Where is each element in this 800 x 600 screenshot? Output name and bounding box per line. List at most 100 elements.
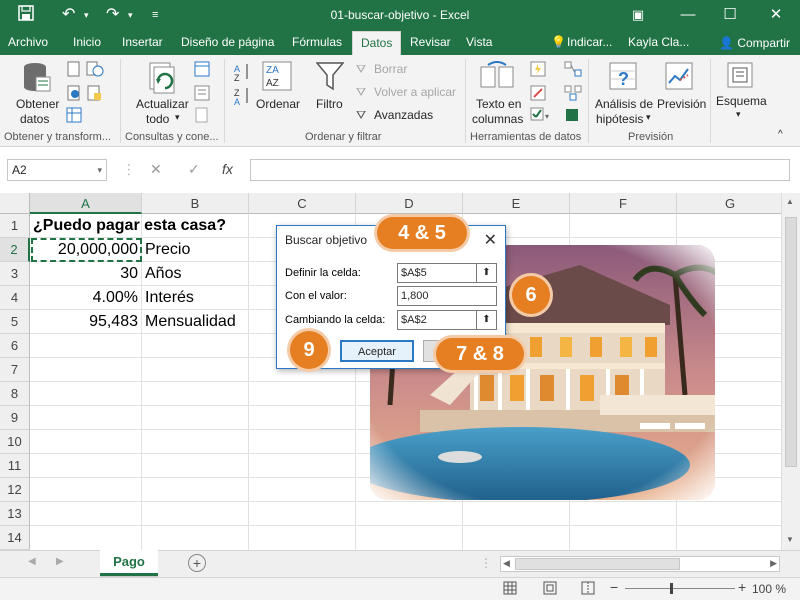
tab-vista[interactable]: Vista bbox=[466, 31, 492, 55]
text-to-columns-label[interactable]: Texto en bbox=[476, 97, 521, 111]
select-all-corner[interactable] bbox=[0, 193, 30, 214]
set-cell-picker-icon[interactable]: ⬆ bbox=[476, 264, 496, 282]
what-if-dropdown-icon[interactable]: ▾ bbox=[646, 112, 651, 123]
insert-function-icon[interactable]: fx bbox=[222, 161, 233, 177]
dialog-close-icon[interactable]: ✕ bbox=[484, 230, 497, 250]
cell-b4[interactable]: Interés bbox=[142, 286, 249, 310]
what-if-icon[interactable]: ? bbox=[608, 61, 640, 96]
cancel-icon[interactable]: ✕ bbox=[150, 161, 162, 178]
sort-icon[interactable]: ZA AZ bbox=[262, 61, 292, 94]
cell-b5[interactable]: Mensualidad bbox=[142, 310, 252, 334]
refresh-all-icon[interactable] bbox=[146, 61, 180, 98]
sheet-prev-icon[interactable]: ◀ bbox=[28, 556, 36, 567]
from-text-icon[interactable] bbox=[66, 61, 82, 80]
maximize-icon[interactable]: ☐ bbox=[716, 4, 744, 26]
existing-connections-icon[interactable] bbox=[86, 85, 102, 104]
tab-inicio[interactable]: Inicio bbox=[73, 31, 101, 55]
changing-cell-picker-icon[interactable]: ⬆ bbox=[476, 311, 496, 329]
normal-view-icon[interactable] bbox=[503, 581, 517, 598]
cell-a5[interactable]: 95,483 bbox=[30, 310, 142, 334]
collapse-ribbon-icon[interactable]: ^ bbox=[778, 129, 783, 140]
consolidate-icon[interactable] bbox=[564, 61, 582, 80]
tab-archivo[interactable]: Archivo bbox=[8, 31, 48, 55]
forecast-sheet-icon[interactable] bbox=[664, 61, 696, 96]
cell-b3[interactable]: Años bbox=[142, 262, 249, 286]
vertical-scroll-thumb[interactable] bbox=[785, 217, 797, 467]
zoom-out-icon[interactable]: − bbox=[610, 579, 618, 595]
scroll-right-icon[interactable]: ▶ bbox=[770, 558, 777, 569]
recent-sources-icon[interactable] bbox=[86, 61, 104, 80]
remove-duplicates-icon[interactable] bbox=[530, 85, 546, 104]
tab-formulas[interactable]: Fórmulas bbox=[292, 31, 342, 55]
column-header-e[interactable]: E bbox=[463, 193, 570, 214]
zoom-in-icon[interactable]: + bbox=[738, 579, 746, 595]
scroll-left-icon[interactable]: ◀ bbox=[503, 558, 510, 569]
name-box-dropdown-icon[interactable]: ▾ bbox=[97, 160, 102, 180]
sort-za-icon[interactable]: ZA bbox=[234, 87, 252, 108]
zoom-level[interactable]: 100 % bbox=[752, 582, 786, 596]
sheet-tab-pago[interactable]: Pago bbox=[100, 550, 158, 576]
text-to-columns-icon[interactable] bbox=[480, 61, 514, 94]
to-value-field[interactable]: 1,800 bbox=[397, 286, 497, 306]
refresh-dropdown-icon[interactable]: ▾ bbox=[175, 112, 180, 123]
clear-label[interactable]: Borrar bbox=[374, 62, 407, 76]
row-header-11[interactable]: 11 bbox=[0, 454, 30, 478]
forecast-label[interactable]: Previsión bbox=[657, 97, 706, 111]
properties-icon[interactable] bbox=[194, 85, 210, 104]
row-header-12[interactable]: 12 bbox=[0, 478, 30, 502]
from-web-icon[interactable] bbox=[66, 85, 82, 104]
tab-insertar[interactable]: Insertar bbox=[122, 31, 163, 55]
scroll-down-icon[interactable]: ▼ bbox=[786, 535, 794, 544]
share-button[interactable]: 👤 Compartir bbox=[713, 33, 796, 53]
changing-cell-field[interactable]: $A$2 ⬆ bbox=[397, 310, 497, 330]
page-break-icon[interactable] bbox=[581, 581, 595, 598]
column-header-b[interactable]: B bbox=[142, 193, 249, 214]
filter-label[interactable]: Filtro bbox=[316, 97, 343, 111]
set-cell-field[interactable]: $A$5 ⬆ bbox=[397, 263, 497, 283]
row-header-14[interactable]: 14 bbox=[0, 526, 30, 550]
outline-label[interactable]: Esquema bbox=[716, 94, 767, 108]
minimize-icon[interactable]: — bbox=[674, 4, 702, 26]
refresh-all-label-2[interactable]: todo bbox=[146, 112, 169, 126]
scroll-up-icon[interactable]: ▲ bbox=[786, 197, 794, 206]
refresh-all-label[interactable]: Actualizar bbox=[136, 97, 189, 111]
cell-b2[interactable]: Precio bbox=[142, 238, 249, 262]
tab-datos[interactable]: Datos bbox=[352, 31, 402, 55]
horizontal-scroll-thumb[interactable] bbox=[515, 558, 680, 570]
split-handle-icon[interactable]: ⋮ bbox=[480, 556, 492, 570]
sheet-next-icon[interactable]: ▶ bbox=[56, 556, 64, 567]
what-if-label-2[interactable]: hipótesis bbox=[596, 112, 643, 126]
column-header-d[interactable]: D bbox=[356, 193, 463, 214]
connections-icon[interactable] bbox=[194, 61, 210, 80]
formula-input[interactable] bbox=[250, 159, 790, 181]
close-icon[interactable]: ✕ bbox=[762, 4, 790, 26]
vertical-scrollbar[interactable]: ▲ ▼ bbox=[781, 193, 800, 550]
advanced-label[interactable]: Avanzadas bbox=[374, 108, 433, 122]
column-header-f[interactable]: F bbox=[570, 193, 677, 214]
cell-a3[interactable]: 30 bbox=[30, 262, 142, 286]
row-header-13[interactable]: 13 bbox=[0, 502, 30, 526]
row-header-9[interactable]: 9 bbox=[0, 406, 30, 430]
data-model-icon[interactable] bbox=[564, 107, 580, 126]
outline-dropdown-icon[interactable]: ▾ bbox=[736, 109, 741, 120]
filter-icon[interactable] bbox=[315, 61, 345, 94]
get-data-label[interactable]: Obtener bbox=[16, 97, 59, 111]
relationships-icon[interactable] bbox=[564, 85, 582, 104]
user-name[interactable]: Kayla Cla... bbox=[628, 31, 689, 55]
page-layout-icon[interactable] bbox=[543, 581, 557, 598]
name-box[interactable]: A2 ▾ bbox=[7, 159, 107, 181]
flash-fill-icon[interactable] bbox=[530, 61, 546, 80]
zoom-slider[interactable] bbox=[625, 588, 735, 589]
row-header-10[interactable]: 10 bbox=[0, 430, 30, 454]
sort-label[interactable]: Ordenar bbox=[256, 97, 300, 111]
row-header-1[interactable]: 1 bbox=[0, 214, 30, 238]
row-header-6[interactable]: 6 bbox=[0, 334, 30, 358]
horizontal-scrollbar[interactable]: ◀ ▶ bbox=[500, 556, 780, 572]
row-header-2[interactable]: 2 bbox=[0, 238, 30, 262]
add-sheet-icon[interactable]: + bbox=[188, 554, 206, 572]
reapply-label[interactable]: Volver a aplicar bbox=[374, 85, 456, 99]
tell-me-box[interactable]: Indicar... bbox=[567, 31, 612, 55]
enter-icon[interactable]: ✓ bbox=[188, 161, 200, 178]
tab-revisar[interactable]: Revisar bbox=[410, 31, 451, 55]
ok-button[interactable]: Aceptar bbox=[340, 340, 414, 362]
